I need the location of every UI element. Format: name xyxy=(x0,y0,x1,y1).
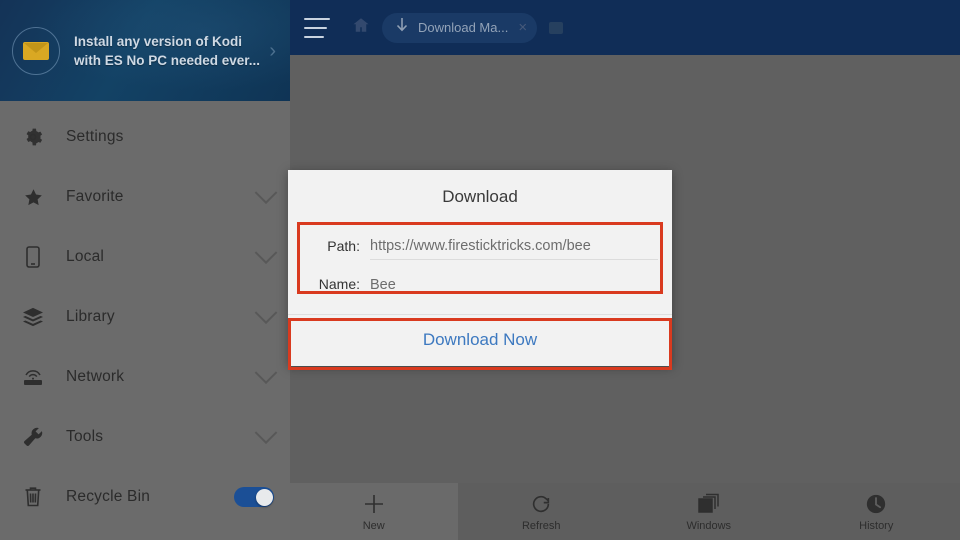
chevron-down-icon xyxy=(254,421,278,445)
tab-title: Download Ma... xyxy=(418,20,509,35)
home-icon[interactable] xyxy=(352,16,370,39)
promo-line-2: with ES No PC needed ever... xyxy=(74,52,261,68)
download-now-button[interactable]: Download Now xyxy=(288,315,672,366)
gear-icon xyxy=(18,124,48,150)
sidebar-item-favorite[interactable]: Favorite xyxy=(0,167,290,227)
chevron-right-icon: › xyxy=(269,39,276,62)
recycle-bin-toggle[interactable] xyxy=(234,487,274,507)
name-field-row: Name: Bee xyxy=(288,260,672,298)
sidebar-nav-list: Settings Favorite Local Library Network … xyxy=(0,101,290,527)
bottom-item-label: Windows xyxy=(686,520,732,532)
sidebar-item-settings[interactable]: Settings xyxy=(0,107,290,167)
tab-download-manager[interactable]: Download Ma... × xyxy=(382,12,538,43)
chevron-down-icon xyxy=(254,241,278,265)
chevron-down-icon xyxy=(254,301,278,325)
hamburger-icon[interactable] xyxy=(304,17,330,38)
app-root: Install any version of Kodi with ES No P… xyxy=(0,0,960,540)
sidebar-item-library[interactable]: Library xyxy=(0,287,290,347)
star-icon xyxy=(18,184,48,210)
top-bar: Download Ma... × xyxy=(290,0,960,55)
download-arrow-icon xyxy=(394,16,410,39)
bottom-item-windows[interactable]: Windows xyxy=(625,483,793,540)
sidebar-item-label: Tools xyxy=(66,428,104,445)
sidebar-item-label: Library xyxy=(66,308,115,325)
wrench-icon xyxy=(18,424,48,450)
chevron-down-icon xyxy=(254,181,278,205)
path-field-row: Path: https://www.firesticktricks.com/be… xyxy=(288,222,672,260)
sidebar-item-label: Settings xyxy=(66,128,124,145)
window-square-icon[interactable] xyxy=(549,21,564,34)
bottom-item-refresh[interactable]: Refresh xyxy=(458,483,626,540)
dialog-fields: Path: https://www.firesticktricks.com/be… xyxy=(288,222,672,314)
sidebar-item-tools[interactable]: Tools xyxy=(0,407,290,467)
sidebar: Install any version of Kodi with ES No P… xyxy=(0,0,290,540)
bottom-item-label: New xyxy=(362,520,385,532)
trash-icon xyxy=(18,484,48,510)
sidebar-item-network[interactable]: Network xyxy=(0,347,290,407)
clock-icon xyxy=(865,491,887,517)
promo-banner[interactable]: Install any version of Kodi with ES No P… xyxy=(0,0,290,101)
refresh-icon xyxy=(530,491,552,517)
dialog-title: Download xyxy=(442,187,518,206)
sidebar-item-local[interactable]: Local xyxy=(0,227,290,287)
windows-icon xyxy=(697,491,721,517)
promo-line-1: Install any version of Kodi xyxy=(74,33,243,49)
chevron-down-icon xyxy=(254,361,278,385)
sidebar-item-label: Local xyxy=(66,248,105,265)
sidebar-item-label: Network xyxy=(66,368,125,385)
sidebar-item-label: Favorite xyxy=(66,188,124,205)
path-label: Path: xyxy=(327,238,360,254)
sidebar-item-label: Recycle Bin xyxy=(66,488,151,505)
layers-icon xyxy=(18,304,48,330)
name-input[interactable]: Bee xyxy=(370,277,658,298)
plus-icon xyxy=(362,491,386,517)
promo-banner-text: Install any version of Kodi with ES No P… xyxy=(74,32,269,70)
router-icon xyxy=(18,364,48,390)
close-icon[interactable]: × xyxy=(518,20,527,35)
phone-icon xyxy=(18,244,48,270)
bottom-item-label: History xyxy=(859,520,894,532)
path-input[interactable]: https://www.firesticktricks.com/bee xyxy=(370,238,658,260)
envelope-icon xyxy=(12,26,60,75)
download-dialog: Download Path: https://www.firesticktric… xyxy=(288,170,672,366)
bottom-item-new[interactable]: New xyxy=(290,483,458,540)
bottom-item-label: Refresh xyxy=(521,520,561,532)
bottom-item-history[interactable]: History xyxy=(793,483,960,540)
bottom-toolbar: New Refresh Windows History xyxy=(290,483,960,540)
sidebar-item-recycle-bin[interactable]: Recycle Bin xyxy=(0,467,290,527)
name-label: Name: xyxy=(318,276,360,292)
